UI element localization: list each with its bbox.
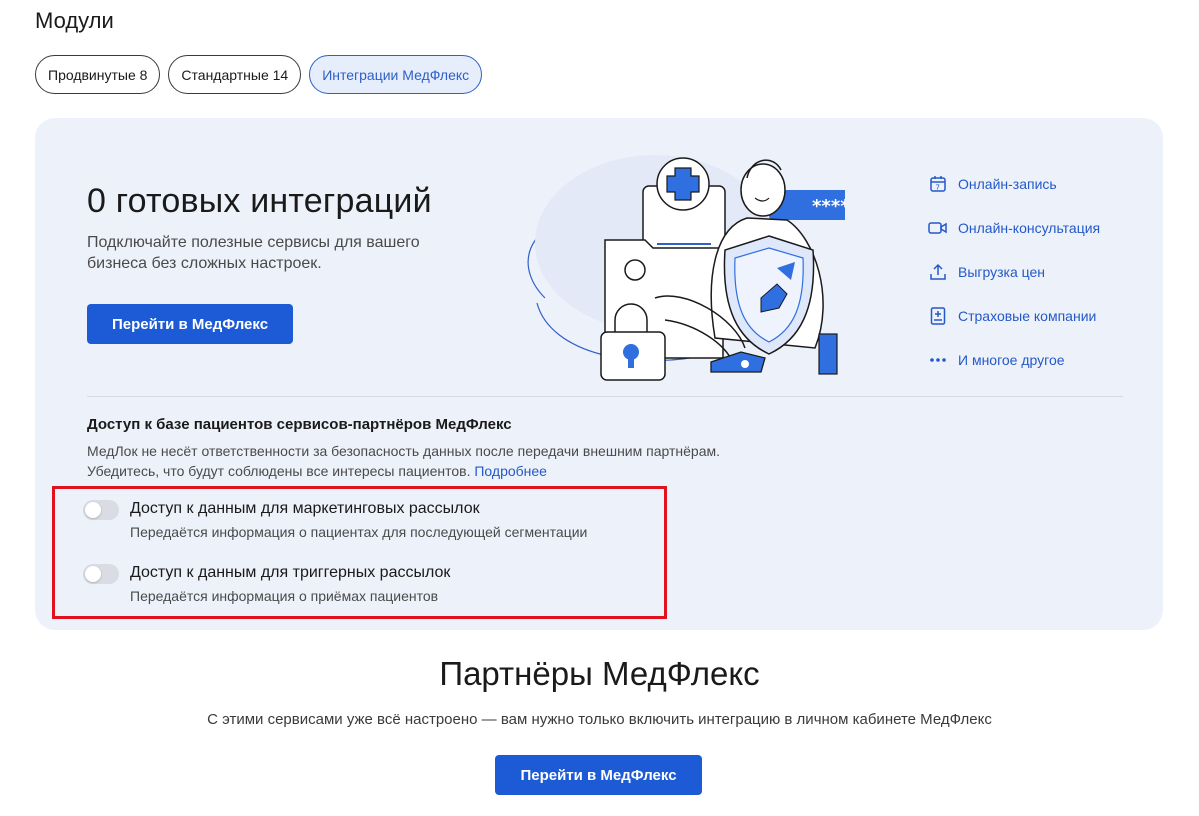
tab-medflex-integrations[interactable]: Интеграции МедФлекс — [309, 55, 483, 94]
partners-go-to-medflex-button[interactable]: Перейти в МедФлекс — [495, 755, 702, 795]
feature-label: Онлайн-консультация — [958, 220, 1101, 236]
divider — [87, 396, 1123, 397]
toggle-label: Доступ к данным для триггерных рассылок — [130, 564, 451, 581]
feature-insurance-companies[interactable]: Страховые компании — [928, 294, 1100, 338]
upload-icon — [928, 262, 948, 282]
marketing-access-toggle[interactable] — [83, 500, 119, 520]
partners-description: С этими сервисами уже всё настроено — ва… — [207, 711, 992, 728]
svg-text:7: 7 — [936, 184, 940, 192]
more-dots-icon — [928, 350, 948, 370]
feature-online-booking[interactable]: 7 Онлайн-запись — [928, 162, 1100, 206]
feature-label: Страховые компании — [958, 308, 1097, 324]
page-title: Модули — [35, 8, 114, 33]
document-plus-icon — [928, 306, 948, 326]
feature-label: Выгрузка цен — [958, 264, 1046, 280]
toggle-label: Доступ к данным для маркетинговых рассыл… — [130, 500, 480, 517]
feature-label: И многое другое — [958, 352, 1065, 368]
toggle-sublabel: Передаётся информация о приёмах пациенто… — [130, 588, 439, 604]
feature-online-consultation[interactable]: Онлайн-консультация — [928, 206, 1100, 250]
feature-more[interactable]: И многое другое — [928, 338, 1100, 382]
marketing-access-row: Доступ к данным для маркетинговых рассыл… — [83, 498, 587, 542]
toggle-sublabel: Передаётся информация о пациентах для по… — [130, 524, 588, 540]
video-camera-icon — [928, 218, 948, 238]
features-list: 7 Онлайн-запись Онлайн-консультация Выгр… — [928, 162, 1100, 382]
password-mask: **** — [812, 196, 845, 217]
hero-title: 0 готовых интеграций — [87, 182, 432, 220]
calendar-icon: 7 — [928, 174, 948, 194]
trigger-access-toggle[interactable] — [83, 564, 119, 584]
feature-label: Онлайн-запись — [958, 176, 1057, 192]
access-description-line1: МедЛок не несёт ответственности за безоп… — [87, 443, 721, 459]
integrations-card: 0 готовых интеграций Подключайте полезны… — [35, 118, 1163, 630]
feature-price-export[interactable]: Выгрузка цен — [928, 250, 1100, 294]
tab-standard[interactable]: Стандартные 14 — [168, 55, 302, 94]
tab-advanced[interactable]: Продвинутые 8 — [35, 55, 161, 94]
more-info-link[interactable]: Подробнее — [474, 463, 547, 479]
access-title: Доступ к базе пациентов сервисов-партнёр… — [87, 416, 512, 433]
go-to-medflex-button[interactable]: Перейти в МедФлекс — [87, 304, 293, 344]
partners-title: Партнёры МедФлекс — [439, 655, 760, 692]
hero-description: Подключайте полезные сервисы для вашего … — [87, 234, 420, 272]
module-tabs: Продвинутые 8 Стандартные 14 Интеграции … — [35, 55, 483, 94]
trigger-access-row: Доступ к данным для триггерных рассылок … — [83, 562, 450, 606]
access-description: МедЛок не несёт ответственности за безоп… — [87, 441, 807, 481]
integration-illustration: **** — [527, 155, 845, 381]
access-description-line2: Убедитесь, что будут соблюдены все интер… — [87, 463, 471, 479]
